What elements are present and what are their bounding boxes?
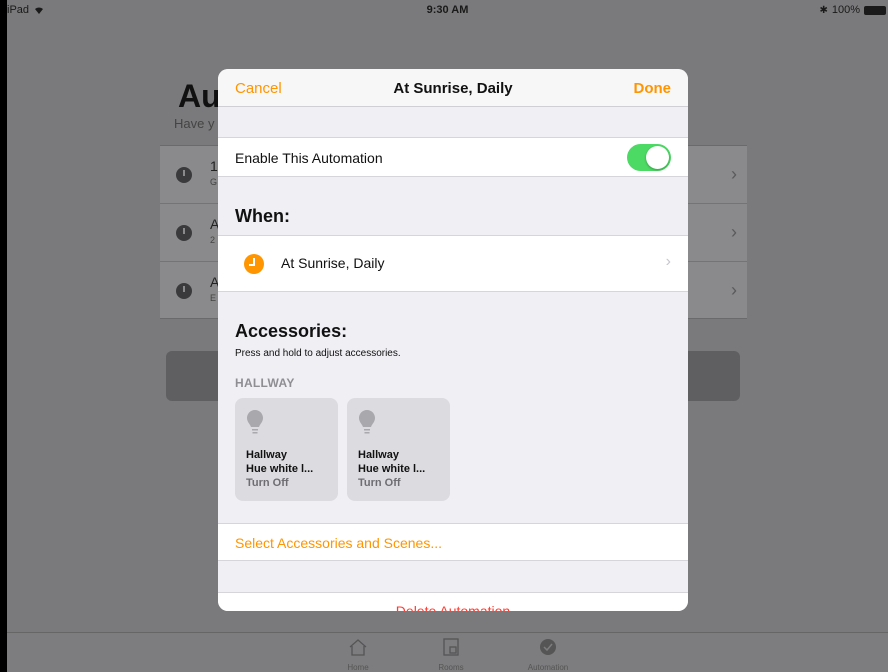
- accessory-name: Hue white l...: [246, 463, 314, 475]
- clock-icon: [176, 283, 192, 299]
- when-trigger-row[interactable]: At Sunrise, Daily ›: [218, 235, 688, 292]
- done-button[interactable]: Done: [634, 80, 672, 97]
- clock-icon: [244, 254, 264, 274]
- bluetooth-icon: ✱: [819, 4, 828, 16]
- accessory-room: Hallway: [358, 449, 399, 461]
- status-time: 9:30 AM: [426, 4, 469, 16]
- status-bar: iPad 9:30 AM ✱ 100%: [7, 0, 888, 20]
- accessory-tile[interactable]: Hallway Hue white l... Turn Off: [347, 398, 450, 501]
- background-item-title: 1: [210, 158, 218, 174]
- lightbulb-icon: [359, 410, 375, 434]
- enable-automation-toggle[interactable]: [627, 144, 671, 171]
- automation-icon: [540, 639, 556, 655]
- chevron-right-icon: ›: [731, 164, 737, 184]
- modal-nav-bar: Cancel At Sunrise, Daily Done: [218, 69, 688, 107]
- status-right: ✱ 100%: [819, 4, 886, 16]
- toggle-knob: [646, 146, 669, 169]
- ipad-screen: iPad 9:30 AM ✱ 100% Au Have y 1 G › A 2 …: [7, 0, 888, 672]
- delete-automation-button: Delete Automation: [395, 603, 511, 611]
- battery-percent: 100%: [831, 4, 860, 16]
- when-trigger-label: At Sunrise, Daily: [281, 255, 385, 271]
- chevron-right-icon: ›: [731, 280, 737, 300]
- accessory-tile[interactable]: Hallway Hue white l... Turn Off: [235, 398, 338, 501]
- clock-icon: [176, 225, 192, 241]
- room-label: HALLWAY: [235, 376, 295, 390]
- background-item-subtitle: G: [210, 177, 218, 187]
- accessory-name: Hue white l...: [358, 463, 426, 475]
- background-item-subtitle: 2: [210, 235, 216, 245]
- tab-bar: Home Rooms Automation: [7, 632, 888, 672]
- automation-detail-modal: Cancel At Sunrise, Daily Done Enable Thi…: [218, 69, 688, 611]
- tab-home[interactable]: Home: [328, 637, 388, 672]
- home-icon: [349, 639, 367, 656]
- background-page-title: Au: [178, 78, 221, 114]
- select-accessories-row[interactable]: Select Accessories and Scenes...: [218, 523, 688, 561]
- accessory-action: Turn Off: [358, 477, 401, 489]
- modal-title: At Sunrise, Daily: [393, 80, 513, 97]
- delete-automation-row[interactable]: Delete Automation: [218, 592, 688, 611]
- when-section-header: When:: [235, 206, 290, 226]
- chevron-right-icon: ›: [731, 222, 737, 242]
- rooms-icon: [443, 638, 459, 656]
- enable-automation-row: Enable This Automation: [218, 137, 688, 177]
- select-accessories-link: Select Accessories and Scenes...: [235, 535, 442, 551]
- battery-icon: [864, 5, 886, 15]
- enable-automation-label: Enable This Automation: [235, 150, 383, 166]
- tab-automation[interactable]: Automation: [518, 637, 578, 672]
- chevron-right-icon: ›: [665, 253, 671, 270]
- tab-automation-label: Automation: [527, 663, 569, 672]
- lightbulb-icon: [247, 410, 263, 434]
- background-item-subtitle: E: [210, 293, 217, 303]
- tab-rooms-label: Rooms: [438, 663, 464, 672]
- tab-home-label: Home: [347, 663, 369, 672]
- accessories-section-header: Accessories:: [235, 321, 348, 341]
- clock-icon: [176, 167, 192, 183]
- accessory-action: Turn Off: [246, 477, 289, 489]
- tab-rooms[interactable]: Rooms: [421, 637, 481, 672]
- accessories-hint: Press and hold to adjust accessories.: [235, 348, 401, 359]
- background-page-subtitle: Have y: [174, 116, 215, 131]
- accessory-room: Hallway: [246, 449, 287, 461]
